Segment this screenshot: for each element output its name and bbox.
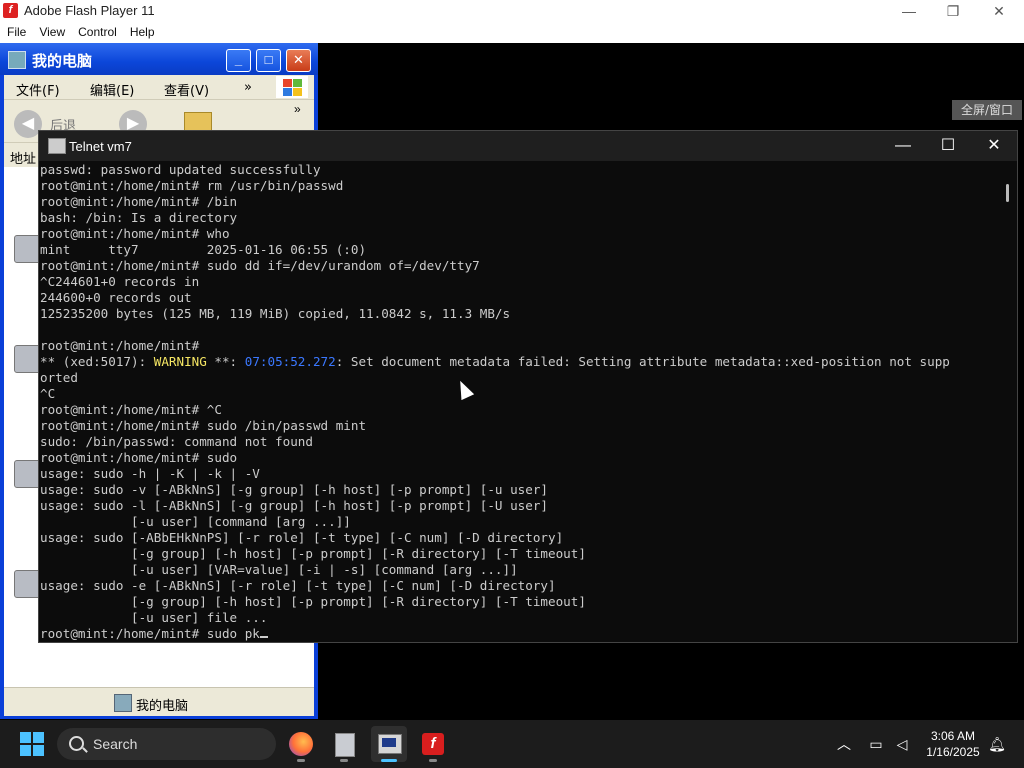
xp-statusbar: 我的电脑 [4,687,314,716]
chevron-up-icon[interactable]: ︿ [832,720,856,768]
flash-maximize-button[interactable]: ❐ [930,0,976,22]
clock-date: 1/16/2025 [926,745,980,759]
my-computer-small-icon [114,694,132,712]
xp-maximize-button[interactable]: □ [256,49,281,72]
taskbar-search-box[interactable]: Search [57,728,276,760]
xp-menu-file[interactable]: 文件(F) [16,80,60,99]
menu-control[interactable]: Control [71,22,123,39]
volume-icon[interactable]: ◁ [890,720,914,768]
menu-file[interactable]: File [0,22,32,39]
terminal-lines-block-2: orted ^C root@mint:/home/mint# ^C root@m… [40,370,586,625]
warning-word: WARNING [153,354,207,369]
xp-menu-more[interactable]: » [244,80,252,95]
flash-menubar: File View Control Help [0,22,1024,43]
xp-minimize-button[interactable]: _ [226,49,251,72]
terminal-scrollbar[interactable] [999,162,1016,642]
firefox-icon[interactable] [283,726,319,762]
fullscreen-toggle-button[interactable]: 全屏/窗口 [952,100,1022,120]
status-text: 我的电脑 [136,699,189,714]
notification-icon[interactable]: 🔔︎ [986,720,1008,768]
toolbar-more[interactable]: » [294,102,301,116]
search-label: Search [93,736,138,752]
telnet-app-icon [48,138,66,154]
warning-timestamp: 07:05:52.272 [244,354,336,369]
xp-menu-view[interactable]: 查看(V) [164,80,209,99]
telnet-titlebar: Telnet vm7 — ☐ ✕ [39,131,1017,161]
text-cursor [259,636,268,638]
flash-app-icon: f [3,3,18,18]
telnet-maximize-button[interactable]: ☐ [925,131,971,161]
telnet-window: Telnet vm7 — ☐ ✕ passwd: password update… [38,130,1018,643]
flash-close-button[interactable]: ✕ [976,0,1022,22]
terminal-output[interactable]: passwd: password updated successfully ro… [40,162,998,642]
terminal-lines-block-1: passwd: password updated successfully ro… [40,162,511,353]
flash-player-icon[interactable]: f [415,726,451,762]
menu-help[interactable]: Help [123,22,161,39]
menu-view[interactable]: View [32,22,71,39]
terminal-current-prompt[interactable]: root@mint:/home/mint# sudo pk [40,626,998,642]
windows-xp-logo-icon [276,76,308,98]
taskbar: Search f ︿ ▭ ◁ 3:06 AM 1/16/2025 🔔︎ [0,720,1024,768]
telnet-icon[interactable] [371,726,407,762]
xp-close-button[interactable]: ✕ [286,49,311,72]
xp-menubar: 文件(F) 编辑(E) 查看(V) » [4,75,314,100]
xp-menu-edit[interactable]: 编辑(E) [90,80,134,99]
telnet-minimize-button[interactable]: — [880,131,926,161]
xp-window-title: 我的电脑 [32,52,93,70]
start-button-windows-icon[interactable] [20,732,44,756]
address-label: 地址 [10,152,37,167]
my-computer-icon [8,51,26,69]
flash-minimize-button[interactable]: — [886,0,932,22]
telnet-close-button[interactable]: ✕ [971,131,1017,161]
terminal-warning-line: ** (xed:5017): WARNING **: 07:05:52.272:… [40,354,950,369]
scrollbar-thumb[interactable] [1006,184,1009,202]
flash-titlebar: f Adobe Flash Player 11 — ❐ ✕ [0,0,1024,22]
taskbar-clock[interactable]: 3:06 AM 1/16/2025 [918,728,988,760]
clock-time: 3:06 AM [930,729,976,743]
file-manager-icon[interactable] [326,726,362,762]
search-icon [69,736,84,751]
flash-window-title: Adobe Flash Player 11 [24,3,155,18]
xp-titlebar: 我的电脑 _ □ ✕ [0,43,318,75]
telnet-window-title: Telnet vm7 [69,139,132,154]
network-icon[interactable]: ▭ [864,720,888,768]
